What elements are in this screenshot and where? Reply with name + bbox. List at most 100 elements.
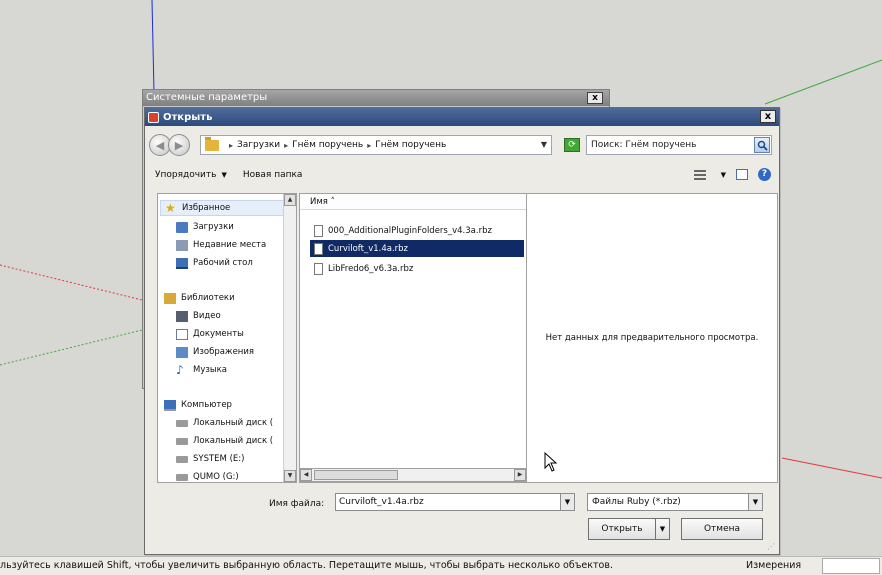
file-name: LibFredo6_v6.3a.rbz [328,263,414,274]
navigation-bar: ◀ ▶ ▸ Загрузки ▸ Гнём поручень ▸ Гнём по… [149,132,775,158]
computer-icon [164,399,176,411]
breadcrumb-item[interactable]: Загрузки [237,140,280,150]
documents-icon [176,328,188,340]
preview-pane: Нет данных для предварительного просмотр… [527,193,778,483]
chevron-down-icon[interactable]: ▼ [541,140,547,149]
chevron-down-icon[interactable]: ▼ [655,519,669,539]
nav-label: SYSTEM (E:) [193,454,245,464]
file-row[interactable]: LibFredo6_v6.3a.rbz [310,260,524,277]
nav-item-images[interactable]: Изображения [176,344,254,360]
measurements-input[interactable] [822,558,880,574]
nav-label: Изображения [193,347,255,357]
breadcrumb-item[interactable]: Гнём поручень [292,140,363,150]
file-row[interactable]: 000_AdditionalPluginFolders_v4.3a.rbz [310,222,524,239]
nav-item-disk[interactable]: Локальный диск ( [176,415,273,431]
disk-icon [176,419,188,427]
chevron-down-icon: ▼ [221,171,227,179]
navigation-pane: ★ Избранное Загрузки Недавние места Рабо… [157,193,297,483]
filetype-select[interactable]: Файлы Ruby (*.rbz) ▼ [587,493,763,511]
nav-item-disk[interactable]: SYSTEM (E:) [176,451,244,467]
search-input[interactable]: Поиск: Гнём поручень [586,135,772,155]
dialog-title: Открыть [163,111,213,123]
address-bar[interactable]: ▸ Загрузки ▸ Гнём поручень ▸ Гнём поруче… [200,135,552,155]
view-icon[interactable] [693,169,706,180]
nav-item-video[interactable]: Видео [176,308,221,324]
nav-item-recent[interactable]: Недавние места [176,237,266,253]
nav-label: QUMO (G:) [193,472,239,482]
filename-label: Имя файла: [269,499,325,509]
cancel-label: Отмена [703,524,741,534]
preview-pane-icon[interactable] [736,169,748,180]
sort-up-icon: ˄ [330,197,335,207]
nav-label: Видео [193,311,221,321]
system-parameters-titlebar: Системные параметры x [143,90,609,106]
nav-item-desktop[interactable]: Рабочий стол [176,255,253,271]
measurements-label: Измерения [746,560,802,571]
nav-item-documents[interactable]: Документы [176,326,244,342]
forward-icon: ▶ [174,138,184,152]
search-icon [757,140,768,151]
nav-item-disk[interactable]: Локальный диск ( [176,433,273,449]
resize-grip-icon[interactable]: ⋰ [767,542,777,552]
nav-computer[interactable]: Компьютер [164,397,232,413]
file-icon [314,224,323,237]
scroll-thumb[interactable] [314,470,398,480]
app-icon [148,111,159,123]
organize-button[interactable]: Упорядочить ▼ [155,170,227,180]
search-button[interactable] [754,137,770,153]
back-icon: ◀ [155,138,165,152]
new-folder-label: Новая папка [242,170,303,180]
disk-icon [176,473,188,481]
nav-label: Локальный диск ( [193,418,274,428]
system-parameters-title: Системные параметры [146,92,268,103]
open-dialog: Открыть x ◀ ▶ ▸ Загрузки ▸ Гнём поручень… [144,107,780,555]
file-row-selected[interactable]: Curviloft_v1.4a.rbz [310,240,524,257]
nav-item-downloads[interactable]: Загрузки [176,219,234,235]
nav-libraries[interactable]: Библиотеки [164,290,235,306]
dialog-titlebar: Открыть x [145,108,779,126]
status-text: льзуйтесь клавишей Shift, чтобы увеличит… [0,560,613,571]
chevron-right-icon: ▸ [284,140,289,150]
chevron-down-icon[interactable]: ▼ [560,494,574,510]
breadcrumb-item[interactable]: Гнём поручень [375,140,446,150]
file-icon [314,262,323,275]
nav-label: Избранное [182,203,231,213]
chevron-down-icon[interactable]: ▼ [748,494,762,510]
system-parameters-close-button[interactable]: x [587,92,603,104]
chevron-right-icon: ▸ [229,140,234,150]
chevron-up-icon[interactable]: ▲ [284,194,296,206]
nav-label: Музыка [193,365,227,375]
nav-label: Компьютер [181,400,232,410]
images-icon [176,346,188,358]
chevron-down-icon[interactable]: ▼ [721,171,726,179]
dialog-close-button[interactable]: x [760,110,776,123]
chevron-right-icon: ▸ [367,140,372,150]
new-folder-button[interactable]: Новая папка [243,170,303,180]
forward-button[interactable]: ▶ [168,134,190,156]
chevron-right-icon[interactable]: ▶ [514,469,526,481]
column-header-name[interactable]: Имя ˄ [300,194,526,210]
help-icon[interactable]: ? [758,168,771,181]
cancel-button[interactable]: Отмена [681,518,763,540]
chevron-left-icon[interactable]: ◀ [300,469,312,481]
filename-value: Curviloft_v1.4a.rbz [339,497,424,507]
nav-scrollbar[interactable]: ▲ ▼ [283,194,296,482]
search-placeholder: Поиск: Гнём поручень [591,140,697,150]
filename-input[interactable]: Curviloft_v1.4a.rbz ▼ [335,493,575,511]
preview-message: Нет данных для предварительного просмотр… [545,333,759,343]
cursor-icon [544,452,558,472]
toolbar-right: ▼ ? [693,168,771,181]
horizontal-scrollbar[interactable]: ◀ ▶ [299,468,527,482]
toolbar: Упорядочить ▼ Новая папка ▼ ? [145,164,779,186]
disk-icon [176,455,188,463]
open-button[interactable]: Открыть ▼ [588,518,670,540]
recent-places-icon [176,239,188,251]
refresh-button[interactable]: ⟳ [564,138,580,152]
nav-item-music[interactable]: ♪ Музыка [176,362,227,378]
file-name: 000_AdditionalPluginFolders_v4.3a.rbz [328,225,492,236]
status-bar: льзуйтесь клавишей Shift, чтобы увеличит… [0,556,882,575]
open-label: Открыть [601,524,643,534]
nav-favorites[interactable]: ★ Избранное [160,200,284,216]
nav-item-disk[interactable]: QUMO (G:) [176,469,239,482]
chevron-down-icon[interactable]: ▼ [284,470,296,482]
